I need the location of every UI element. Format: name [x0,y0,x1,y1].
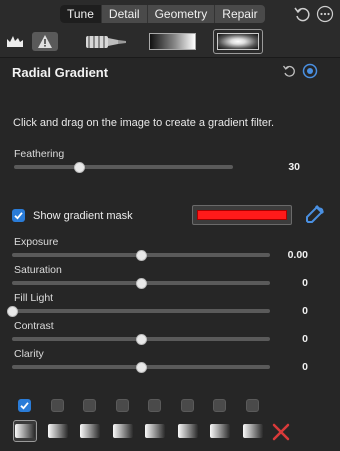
gradient-slot-checkbox[interactable] [18,399,31,412]
feathering-slider-thumb[interactable] [74,161,86,173]
instruction-text: Click and drag on the image to create a … [13,117,275,129]
gradient-slot-thumbnail[interactable] [80,424,100,438]
gradient-slot-thumbnail[interactable] [210,424,230,438]
contrast-label: Contrast [14,320,54,332]
delete-gradient-icon[interactable] [272,423,290,441]
contrast-slider-track[interactable] [12,333,270,345]
top-bar: Tune Detail Geometry Repair [0,0,340,28]
feathering-label: Feathering [14,148,65,160]
exposure-value: 0.00 [287,249,308,261]
exposure-slider-track[interactable] [12,249,270,261]
eyedropper-icon[interactable] [303,204,325,226]
more-options-icon[interactable] [316,5,334,23]
gradient-slot-checkbox[interactable] [245,399,259,412]
radial-gradient-preview [217,33,259,50]
gradient-slot-checkbox[interactable] [115,399,129,412]
feathering-slider-track[interactable] [14,161,233,173]
radial-gradient-tool[interactable] [213,29,263,54]
fill-light-value: 0 [302,305,308,317]
tab-repair[interactable]: Repair [215,5,264,23]
linear-gradient-tool[interactable] [149,33,196,50]
gradient-slot-checkbox[interactable] [148,399,161,412]
contrast-value: 0 [302,333,308,345]
gradient-slot-checkbox[interactable] [50,399,64,412]
clarity-slider-track[interactable] [12,361,270,373]
tab-bar: Tune Detail Geometry Repair [60,5,265,23]
gradient-slot-thumbnail[interactable] [177,424,198,438]
gradient-slot-thumbnail[interactable] [112,424,133,438]
contrast-slider-thumb[interactable] [135,333,147,345]
feathering-value: 30 [288,161,300,173]
show-mask-checkbox[interactable] [12,209,25,222]
fill-light-slider-thumb[interactable] [6,305,18,317]
gradient-slot-thumbnail[interactable] [242,424,263,438]
warning-icon [38,35,52,48]
radial-gradient-panel: Radial Gradient Click and drag on the im… [0,57,340,451]
tab-geometry[interactable]: Geometry [148,5,216,23]
mask-color-well[interactable] [192,205,292,225]
panel-title: Radial Gradient [12,65,109,80]
gradient-slot-thumbnail[interactable] [145,424,165,438]
gradient-slot-checkbox[interactable] [83,399,96,412]
mask-color-swatch [197,210,287,220]
histogram-icon[interactable] [6,33,24,49]
clarity-label: Clarity [14,348,44,360]
tool-row [0,28,340,56]
gradient-slot-thumbnail[interactable] [47,424,68,438]
panel-reset-icon[interactable] [282,64,296,78]
brush-tool-icon[interactable] [84,32,128,52]
gradient-slot-thumbnail[interactable] [15,424,35,438]
reset-icon[interactable] [293,5,311,23]
clarity-slider-thumb[interactable] [135,361,147,373]
show-mask-label: Show gradient mask [33,210,133,222]
gradient-slot-checkbox[interactable] [180,399,194,412]
fill-light-label: Fill Light [14,292,54,304]
tab-tune[interactable]: Tune [60,5,102,23]
checkmark-icon [20,402,29,410]
saturation-slider-thumb[interactable] [135,277,147,289]
tab-detail[interactable]: Detail [102,5,148,23]
clarity-value: 0 [302,361,308,373]
fill-light-slider-track[interactable] [6,305,270,317]
saturation-value: 0 [302,277,308,289]
exposure-slider-thumb[interactable] [135,249,147,261]
clipping-warning-button[interactable] [32,32,58,51]
exposure-label: Exposure [14,236,59,248]
checkmark-icon [14,212,23,220]
saturation-slider-track[interactable] [12,277,270,289]
enable-toggle-icon[interactable] [302,63,318,79]
saturation-label: Saturation [14,264,62,276]
gradient-slot-checkbox[interactable] [213,399,226,412]
